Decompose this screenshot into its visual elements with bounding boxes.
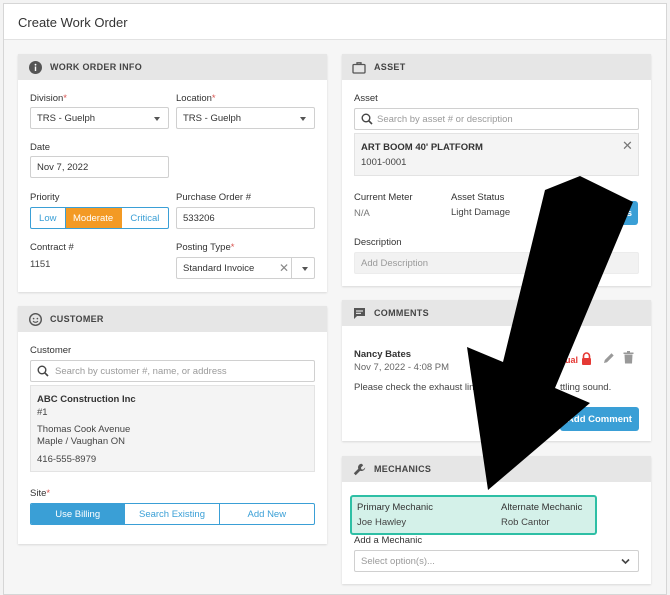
customer-header: CUSTOMER	[18, 306, 327, 332]
work-order-info-header: WORK ORDER INFO	[18, 54, 327, 80]
chevron-down-icon	[621, 557, 630, 568]
site-toggle: Use Billing Search Existing Add New	[30, 503, 315, 525]
po-input[interactable]: 533206	[176, 207, 315, 229]
chevron-down-icon	[300, 117, 306, 121]
internal-label: ual	[565, 355, 579, 365]
description-placeholder: Add Description	[361, 257, 429, 269]
division-value: TRS - Guelph	[37, 112, 96, 124]
posting-type-select[interactable]: Standard Invoice ✕	[176, 257, 315, 279]
alternate-mechanic-label: Alternate Mechanic	[501, 502, 583, 513]
customer-address-line2: Maple / Vaughan ON	[37, 436, 126, 447]
date-value: Nov 7, 2022	[37, 161, 89, 173]
asset-selected-box	[354, 133, 639, 176]
po-value: 533206	[183, 212, 215, 224]
description-label: Description	[354, 237, 402, 248]
comment-timestamp: Nov 7, 2022 - 4:08 PM	[354, 362, 450, 373]
site-add-new-option[interactable]: Add New	[220, 504, 314, 524]
customer-label: Customer	[30, 345, 72, 356]
info-icon	[28, 60, 42, 74]
comments-title: COMMENTS	[374, 308, 429, 318]
comment-text-left: Please check the exhaust line	[354, 382, 480, 393]
wrench-icon	[352, 462, 366, 476]
priority-label: Priority	[30, 192, 60, 203]
location-select[interactable]: TRS - Guelph	[176, 107, 315, 129]
add-mechanic-label: Add a Mechanic	[354, 535, 423, 546]
briefcase-icon	[352, 60, 366, 74]
date-input[interactable]: Nov 7, 2022	[30, 156, 169, 178]
comments-header: COMMENTS	[342, 300, 651, 326]
comment-author: Nancy Bates	[354, 349, 412, 360]
posting-type-label: Posting Type*	[176, 242, 235, 253]
top-bar: Create Work Order	[4, 4, 666, 40]
add-comment-label: Add Comment	[567, 413, 632, 425]
site-use-billing-option[interactable]: Use Billing	[31, 504, 126, 524]
pencil-icon[interactable]	[603, 352, 615, 367]
chevron-down-icon[interactable]	[302, 267, 308, 271]
priority-low-option[interactable]: Low	[31, 208, 66, 228]
mechanics-header: MECHANICS	[342, 456, 651, 482]
customer-search-placeholder: Search by customer #, name, or address	[55, 365, 227, 377]
po-label: Purchase Order #	[176, 192, 251, 203]
asset-title: ASSET	[374, 62, 406, 72]
asset-number: 1001-0001	[361, 157, 407, 168]
customer-title: CUSTOMER	[50, 314, 104, 324]
location-value: TRS - Guelph	[183, 112, 242, 124]
customer-search-input[interactable]: Search by customer #, name, or address	[30, 360, 315, 382]
asset-status-value: Light Damage	[451, 207, 511, 218]
customer-address-line1: Thomas Cook Avenue	[37, 424, 131, 435]
priority-moderate-option[interactable]: Moderate	[65, 208, 122, 228]
location-label: Location*	[176, 93, 216, 104]
asset-search-input[interactable]: Search by asset # or description	[354, 108, 639, 130]
primary-mechanic-value: Joe Hawley	[357, 517, 407, 528]
asset-status-label: Asset Status	[451, 192, 505, 203]
add-comment-button[interactable]: Add Comment	[560, 407, 639, 431]
mechanic-select-placeholder: Select option(s)...	[361, 555, 435, 567]
asset-details-label: ails	[616, 207, 632, 219]
asset-header: ASSET	[342, 54, 651, 80]
mechanics-title: MECHANICS	[374, 464, 432, 474]
chevron-down-icon	[154, 117, 160, 121]
asset-label: Asset	[354, 93, 378, 104]
customer-phone: 416-555-8979	[37, 454, 97, 465]
site-label: Site*	[30, 488, 51, 499]
assigned-mechanics-box	[350, 495, 597, 535]
asset-details-button[interactable]: ails	[580, 201, 638, 225]
alternate-mechanic-value: Rob Cantor	[501, 517, 550, 528]
description-input[interactable]: Add Description	[354, 252, 639, 274]
asset-search-placeholder: Search by asset # or description	[377, 113, 513, 125]
posting-type-value: Standard Invoice	[183, 262, 255, 274]
customer-name: ABC Construction Inc	[37, 394, 136, 405]
close-icon[interactable]: ✕	[279, 261, 289, 275]
division-label: Division*	[30, 93, 67, 104]
smiley-icon	[28, 312, 42, 326]
chat-icon	[352, 306, 366, 320]
contract-value: 1151	[30, 259, 51, 270]
trash-icon[interactable]	[623, 351, 634, 367]
comment-text-right: ttling sound.	[560, 382, 612, 393]
search-icon	[37, 365, 49, 380]
asset-name: ART BOOM 40' PLATFORM	[361, 142, 483, 153]
meter-value: N/A	[354, 208, 370, 219]
lock-icon	[581, 352, 592, 368]
priority-critical-option[interactable]: Critical	[122, 208, 168, 228]
mechanic-select[interactable]: Select option(s)...	[354, 550, 639, 572]
priority-toggle: Low Moderate Critical	[30, 207, 169, 229]
divider	[291, 258, 292, 278]
site-search-existing-option[interactable]: Search Existing	[125, 504, 220, 524]
work-order-info-title: WORK ORDER INFO	[50, 62, 142, 72]
contract-label: Contract #	[30, 242, 74, 253]
customer-number: #1	[37, 407, 48, 418]
primary-mechanic-label: Primary Mechanic	[357, 502, 434, 513]
close-icon[interactable]: ✕	[622, 138, 633, 154]
date-label: Date	[30, 142, 51, 153]
meter-label: Current Meter	[354, 192, 413, 203]
page-title: Create Work Order	[18, 15, 128, 30]
division-select[interactable]: TRS - Guelph	[30, 107, 169, 129]
search-icon	[361, 113, 373, 128]
